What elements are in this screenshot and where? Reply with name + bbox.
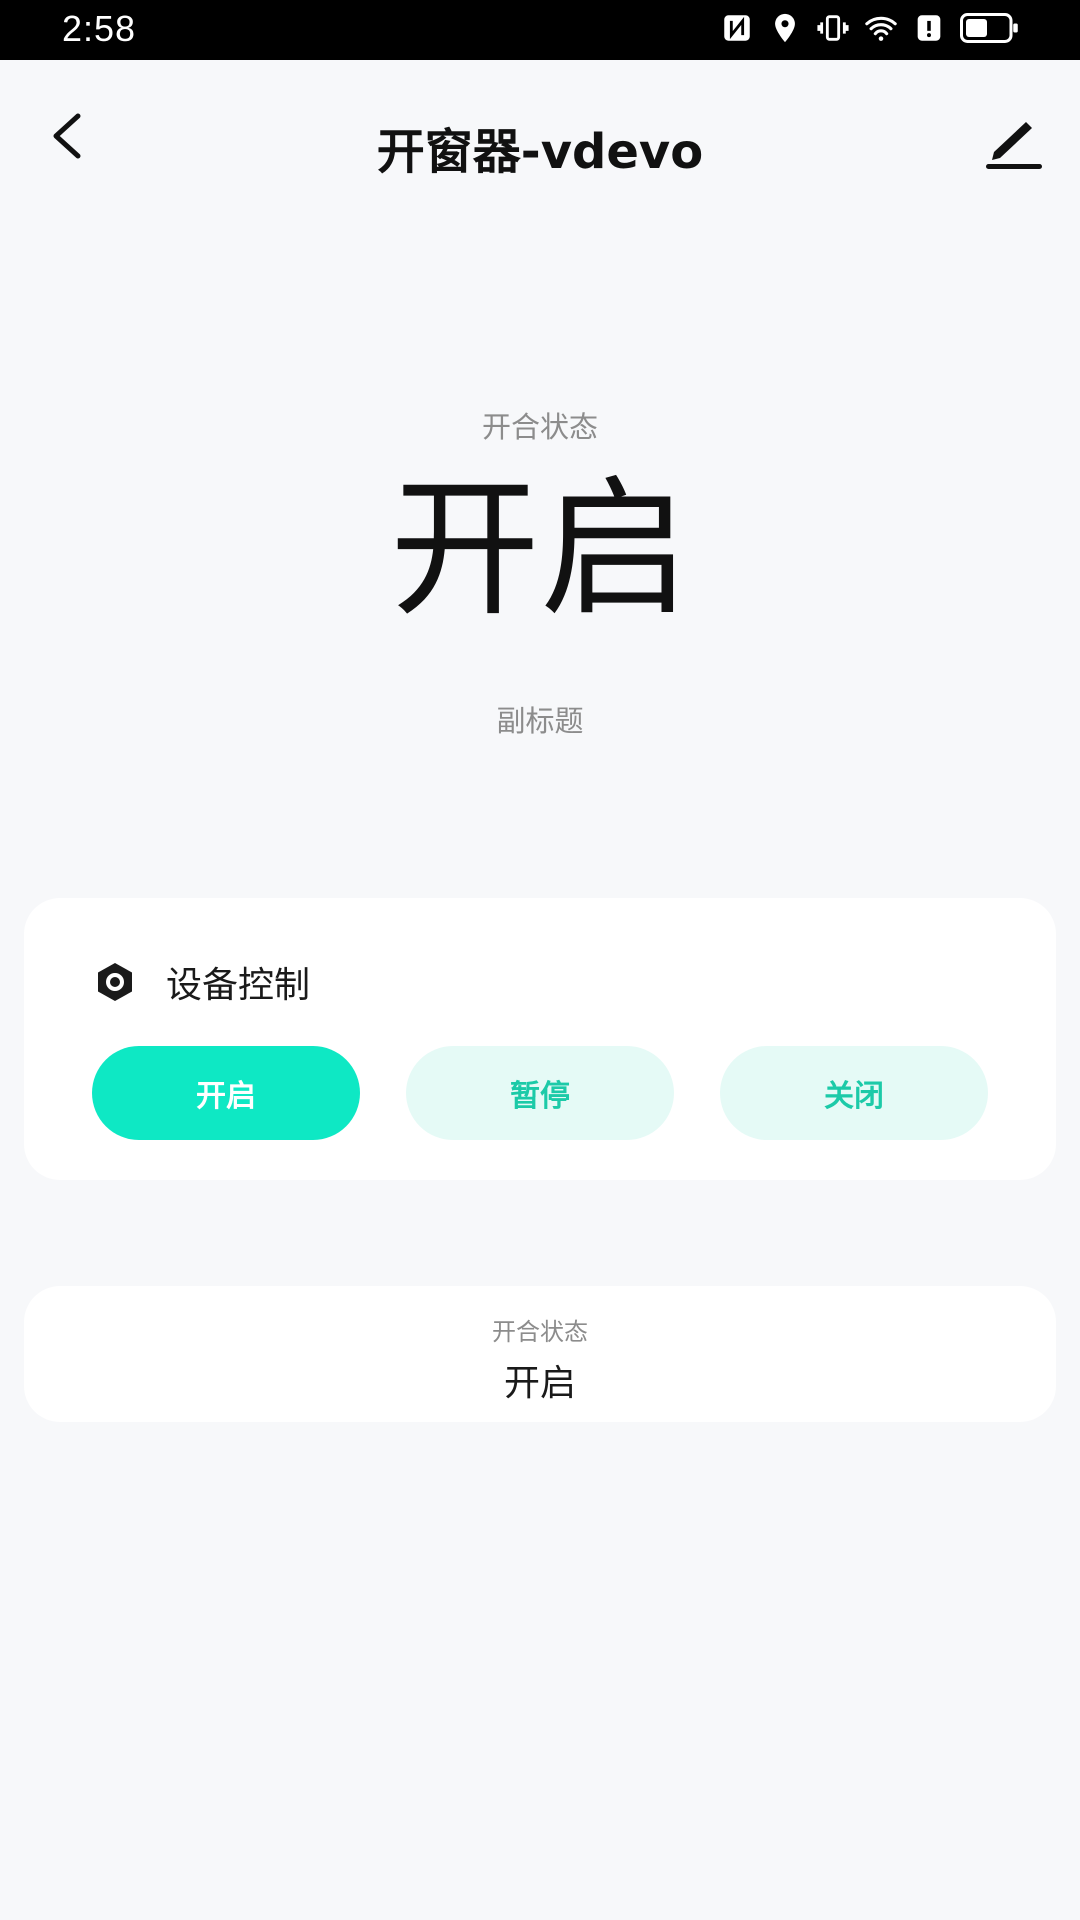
battery-icon xyxy=(960,11,1020,49)
status-time: 2:58 xyxy=(62,8,137,49)
open-button[interactable]: 开启 xyxy=(92,1046,360,1140)
location-icon xyxy=(768,11,802,49)
hero-value: 开启 xyxy=(389,463,690,637)
control-buttons: 开启 暂停 关闭 xyxy=(92,1046,988,1140)
device-control-card: 设备控制 开启 暂停 关闭 xyxy=(24,898,1056,1180)
status-card-value: 开启 xyxy=(503,1363,576,1404)
close-button[interactable]: 关闭 xyxy=(720,1046,988,1140)
edit-pencil-icon xyxy=(986,122,1042,169)
status-bar: 2:58 xyxy=(0,0,1080,60)
alert-icon xyxy=(912,11,946,49)
status-card: 开合状态 开启 xyxy=(24,1286,1056,1422)
hero-subtitle: 副标题 xyxy=(496,704,584,738)
card-title: 设备控制 xyxy=(166,965,311,1006)
pause-button[interactable]: 暂停 xyxy=(406,1046,674,1140)
card-header: 设备控制 xyxy=(94,956,310,1008)
hero-label: 开合状态 xyxy=(481,410,598,444)
status-card-label: 开合状态 xyxy=(492,1318,588,1346)
wifi-icon xyxy=(864,11,898,49)
nav-bar: 开窗器-vdevo xyxy=(0,60,1080,220)
status-icons xyxy=(720,12,1020,48)
page-title: 开窗器-vdevo xyxy=(376,124,704,180)
hexagon-nut-icon xyxy=(98,963,132,1001)
edit-button[interactable] xyxy=(980,110,1044,174)
nfc-icon xyxy=(720,11,754,49)
vibrate-icon xyxy=(816,11,850,49)
